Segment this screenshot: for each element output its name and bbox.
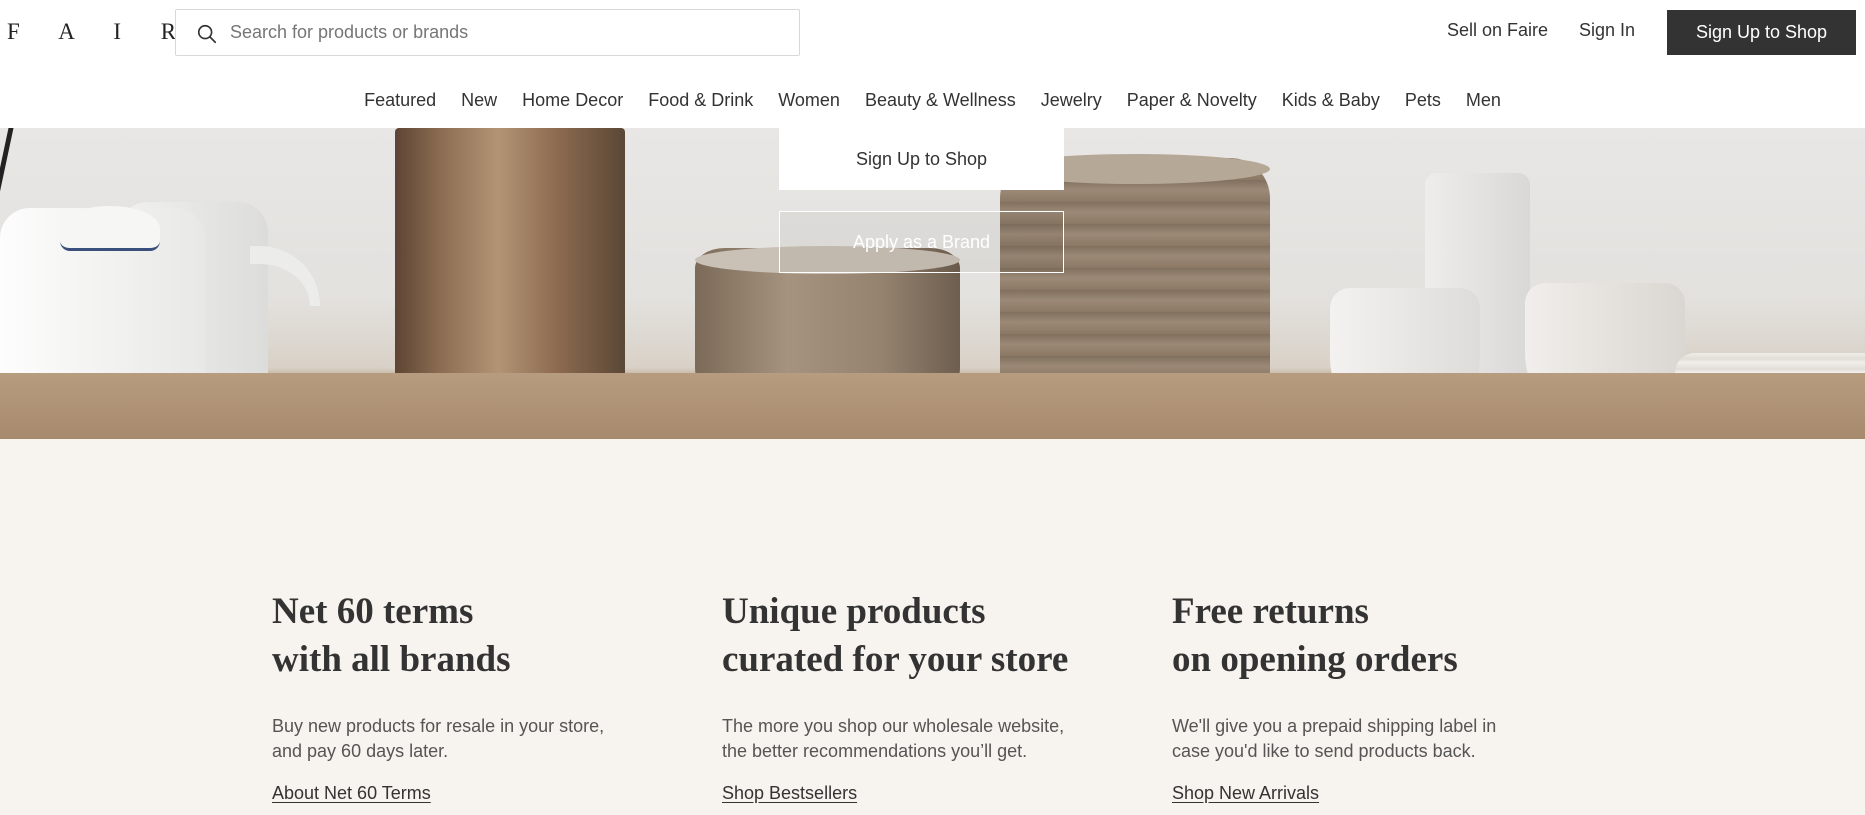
category-nav: Featured New Home Decor Food & Drink Wom…: [0, 85, 1865, 115]
sign-up-button[interactable]: Sign Up to Shop: [1667, 10, 1856, 55]
feature-description: Buy new products for resale in your stor…: [272, 716, 605, 761]
feature-description: The more you shop our wholesale website,…: [722, 716, 1065, 761]
hero-image-teapot-spout: [250, 246, 320, 306]
feature-unique-products: Unique products curated for your store T…: [722, 588, 1142, 804]
nav-item-home-decor[interactable]: Home Decor: [510, 85, 636, 115]
shop-new-arrivals-link[interactable]: Shop New Arrivals: [1172, 783, 1319, 804]
sign-in-link[interactable]: Sign In: [1579, 20, 1635, 41]
search-input[interactable]: [230, 10, 790, 55]
apply-as-brand-button[interactable]: Apply as a Brand: [779, 211, 1064, 273]
nav-item-women[interactable]: Women: [766, 85, 853, 115]
feature-title: Net 60 terms with all brands: [272, 591, 511, 680]
nav-item-beauty-wellness[interactable]: Beauty & Wellness: [852, 85, 1028, 115]
site-header: F A I R E Sell on Faire Sign In Sign Up …: [0, 0, 1865, 128]
hero-banner: Sign Up to Shop Apply as a Brand: [0, 128, 1865, 439]
hero-image-shelf: [0, 373, 1865, 439]
nav-item-pets[interactable]: Pets: [1392, 85, 1453, 115]
nav-item-jewelry[interactable]: Jewelry: [1028, 85, 1114, 115]
shop-bestsellers-link[interactable]: Shop Bestsellers: [722, 783, 857, 804]
feature-description: We'll give you a prepaid shipping label …: [1172, 716, 1497, 761]
hero-image-cutting-board: [395, 128, 625, 393]
feature-title: Free returns on opening orders: [1172, 591, 1458, 680]
nav-item-featured[interactable]: Featured: [352, 85, 449, 115]
feature-net60: Net 60 terms with all brands Buy new pro…: [272, 588, 692, 804]
search-bar[interactable]: [175, 9, 800, 56]
feature-free-returns: Free returns on opening orders We'll giv…: [1172, 588, 1592, 804]
search-icon: [197, 24, 217, 44]
nav-item-paper-novelty[interactable]: Paper & Novelty: [1114, 85, 1269, 115]
hero-image-teapot-lid: [60, 206, 160, 251]
nav-item-kids-baby[interactable]: Kids & Baby: [1269, 85, 1392, 115]
hero-image-handle: [0, 128, 45, 208]
nav-item-food-drink[interactable]: Food & Drink: [636, 85, 766, 115]
nav-item-men[interactable]: Men: [1453, 85, 1513, 115]
hero-sign-up-button[interactable]: Sign Up to Shop: [779, 128, 1064, 190]
about-net60-link[interactable]: About Net 60 Terms: [272, 783, 431, 804]
nav-item-new[interactable]: New: [449, 85, 510, 115]
feature-title: Unique products curated for your store: [722, 591, 1069, 680]
sell-on-faire-link[interactable]: Sell on Faire: [1447, 20, 1548, 41]
